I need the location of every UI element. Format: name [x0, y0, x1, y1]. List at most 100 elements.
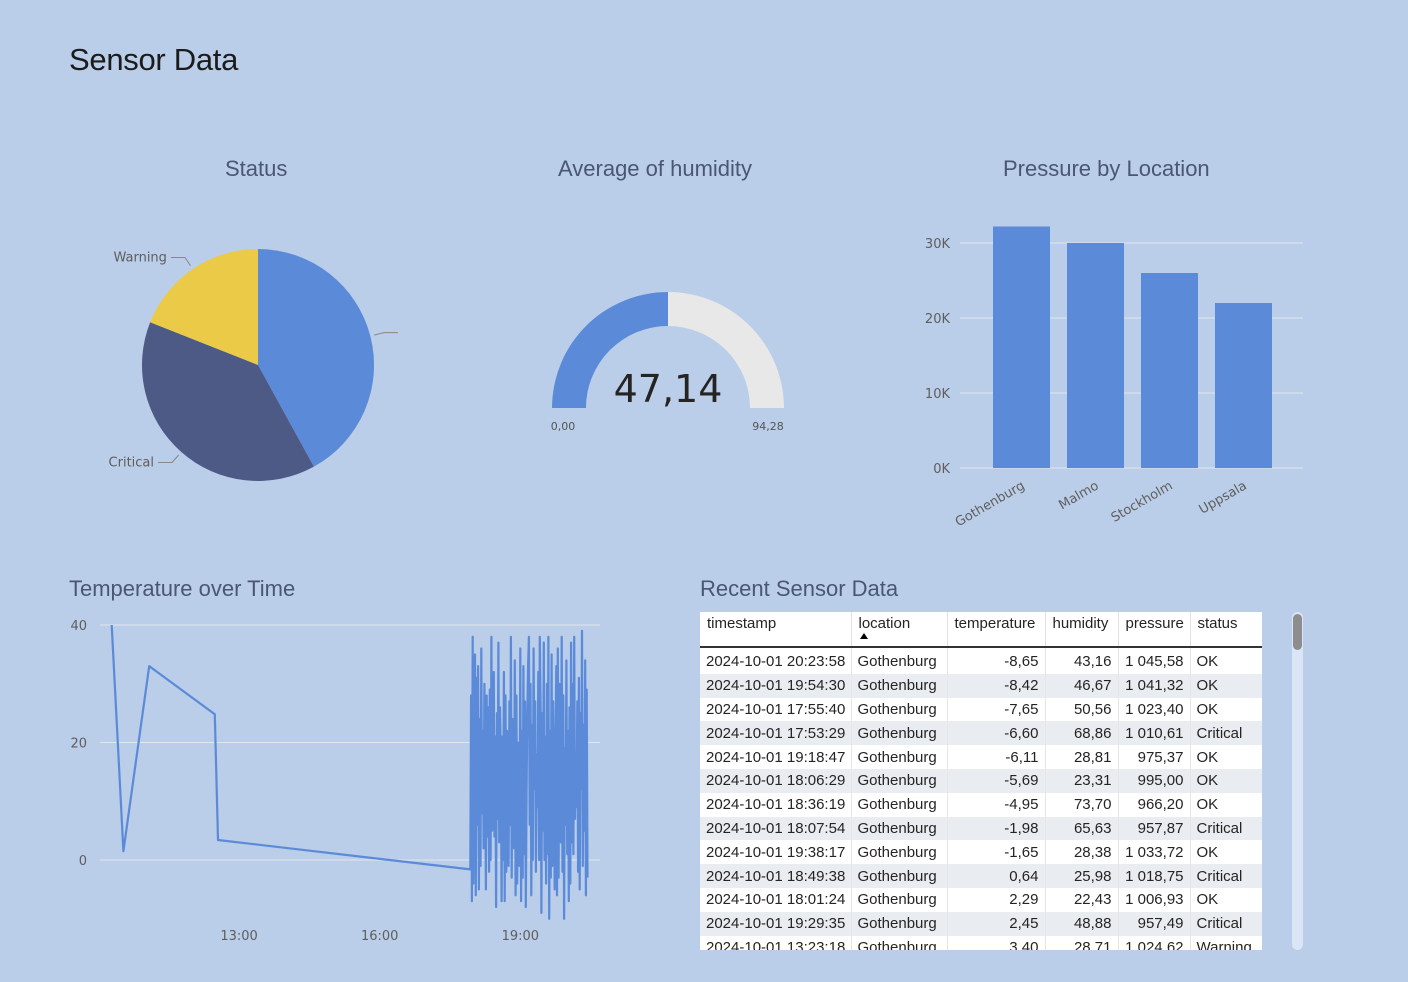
humidity-gauge-title: Average of humidity	[558, 156, 753, 181]
pressure-chart-title: Pressure by Location	[1003, 156, 1210, 181]
table-row[interactable]: 2024-10-01 18:01:24 Gothenburg 2,29 22,43 1 …	[700, 887, 1262, 912]
bar-xtick-label: Stockholm	[1109, 478, 1176, 525]
table-row[interactable]: 2024-10-01 18:49:38 Gothenburg 0,64 25,98 1 …	[700, 864, 1262, 888]
cell-temperature: -7,65	[947, 697, 1046, 722]
line-ytick-label: 0	[79, 854, 87, 869]
cell-temperature: -6,60	[947, 721, 1046, 746]
cell-pressure: 966,20	[1118, 792, 1191, 817]
table-row[interactable]: 2024-10-01 19:54:30 Gothenburg -8,42 46,67 1…	[700, 673, 1262, 698]
column-header-label: status	[1197, 615, 1238, 632]
bar-ytick-label: 20K	[925, 312, 951, 327]
cell-status: OK	[1190, 840, 1262, 865]
column-header-humidity[interactable]: humidity	[1045, 612, 1119, 648]
column-header-label: timestamp	[707, 615, 777, 632]
sensor-table[interactable]: timestamp location temperature humidity pres…	[700, 612, 1262, 950]
cell-pressure: 1 041,32	[1118, 673, 1191, 698]
cell-temperature: -1,98	[947, 816, 1046, 841]
cell-timestamp: 2024-10-01 19:29:35	[700, 911, 852, 936]
pie-leader-line	[170, 256, 191, 267]
cell-status: OK	[1190, 697, 1262, 722]
cell-temperature: -5,69	[947, 768, 1046, 793]
cell-temperature: -4,95	[947, 792, 1046, 817]
column-header-pressure[interactable]: pressure	[1118, 612, 1191, 648]
column-header-timestamp[interactable]: timestamp	[700, 612, 852, 648]
table-row[interactable]: 2024-10-01 18:36:19 Gothenburg -4,95 73,70 9…	[700, 792, 1262, 817]
cell-status: Critical	[1190, 911, 1262, 936]
column-header-label: pressure	[1125, 615, 1184, 632]
cell-temperature: -8,65	[947, 647, 1046, 674]
table-row[interactable]: 2024-10-01 18:07:54 Gothenburg -1,98 65,63 9…	[700, 816, 1262, 841]
bar-stockholm[interactable]	[1141, 273, 1198, 468]
column-header-temperature[interactable]: temperature	[947, 612, 1046, 648]
cell-humidity: 22,43	[1045, 887, 1119, 912]
bar-xtick-label: Uppsala	[1197, 478, 1250, 517]
cell-temperature: -1,65	[947, 840, 1046, 865]
gauge-min-label: 0,00	[551, 420, 576, 433]
sort-ascending-icon[interactable]	[859, 633, 868, 639]
bar-uppsala[interactable]	[1215, 303, 1272, 468]
pie-label-critical: Critical	[109, 456, 154, 471]
pie-label-warning: Warning	[113, 250, 166, 265]
table-row[interactable]: 2024-10-01 19:29:35 Gothenburg 2,45 48,88 95…	[700, 911, 1262, 936]
cell-humidity: 43,16	[1045, 647, 1119, 674]
temperature-line-chart[interactable]: 0 20 40 13:00 16:00 19:00	[60, 610, 620, 955]
column-header-label: temperature	[954, 615, 1036, 632]
cell-pressure: 1 033,72	[1118, 840, 1191, 865]
bar-ytick-label: 10K	[925, 387, 951, 402]
cell-location: Gothenburg	[851, 768, 948, 793]
pressure-bar-chart[interactable]: 0K 10K 20K 30K Gothenburg Malmo Stockholm Uppsa…	[910, 215, 1320, 545]
status-chart-title: Status	[225, 156, 288, 181]
cell-status: OK	[1190, 745, 1262, 769]
bar-xtick-label: Malmo	[1056, 478, 1101, 513]
cell-location: Gothenburg	[851, 647, 948, 674]
table-row[interactable]: 2024-10-01 17:55:40 Gothenburg -7,65 50,56 1…	[700, 697, 1262, 722]
humidity-gauge[interactable]: 47,14 0,00 94,28	[540, 280, 800, 450]
cell-location: Gothenburg	[851, 673, 948, 698]
column-header-location[interactable]: location	[851, 612, 948, 648]
temperature-series-line[interactable]	[110, 624, 589, 920]
cell-location: Gothenburg	[851, 816, 948, 841]
bar-gothenburg[interactable]	[993, 226, 1050, 469]
cell-pressure: 1 023,40	[1118, 697, 1191, 722]
cell-pressure: 1 010,61	[1118, 721, 1191, 746]
cell-temperature: -8,42	[947, 673, 1046, 698]
table-header-row: timestamp location temperature humidity pres…	[700, 612, 1262, 648]
line-xtick-label: 16:00	[361, 929, 398, 944]
cell-pressure: 957,49	[1118, 911, 1191, 936]
cell-status: OK	[1190, 647, 1262, 674]
cell-pressure: 1 024,62	[1118, 935, 1191, 950]
cell-timestamp: 2024-10-01 19:54:30	[700, 673, 852, 698]
bar-malmo[interactable]	[1067, 243, 1124, 468]
table-body: 2024-10-01 20:23:58 Gothenburg -8,65 43,16 1…	[700, 647, 1262, 950]
line-xtick-label: 19:00	[502, 929, 539, 944]
gauge-max-label: 94,28	[752, 420, 784, 433]
table-row[interactable]: 2024-10-01 13:23:18 Gothenburg 3,40 28,71 1 …	[700, 935, 1262, 950]
table-scrollbar[interactable]	[1292, 612, 1303, 950]
cell-location: Gothenburg	[851, 721, 948, 746]
cell-timestamp: 2024-10-01 17:53:29	[700, 721, 852, 746]
table-row[interactable]: 2024-10-01 19:18:47 Gothenburg -6,11 28,81 9…	[700, 745, 1262, 769]
line-ytick-label: 40	[70, 619, 87, 634]
table-row[interactable]: 2024-10-01 18:06:29 Gothenburg -5,69 23,31 9…	[700, 768, 1262, 793]
bar-ytick-label: 0K	[933, 462, 950, 477]
table-row[interactable]: 2024-10-01 19:38:17 Gothenburg -1,65 28,38 1…	[700, 840, 1262, 865]
table-title: Recent Sensor Data	[700, 576, 899, 601]
cell-pressure: 957,87	[1118, 816, 1191, 841]
cell-location: Gothenburg	[851, 935, 948, 950]
cell-humidity: 68,86	[1045, 721, 1119, 746]
table-row[interactable]: 2024-10-01 20:23:58 Gothenburg -8,65 43,16 1…	[700, 647, 1262, 674]
pie-leader-line	[158, 454, 180, 464]
cell-temperature: 0,64	[947, 864, 1046, 888]
cell-status: OK	[1190, 792, 1262, 817]
cell-pressure: 975,37	[1118, 745, 1191, 769]
cell-humidity: 23,31	[1045, 768, 1119, 793]
scrollbar-thumb[interactable]	[1293, 614, 1302, 650]
status-pie-chart[interactable]: OKCriticalWarning	[90, 230, 400, 500]
cell-temperature: 2,29	[947, 887, 1046, 912]
column-header-status[interactable]: status	[1190, 612, 1262, 648]
table-row[interactable]: 2024-10-01 17:53:29 Gothenburg -6,60 68,86 1…	[700, 721, 1262, 746]
cell-humidity: 28,81	[1045, 745, 1119, 769]
cell-status: Warning	[1190, 935, 1262, 950]
cell-humidity: 28,38	[1045, 840, 1119, 865]
cell-status: OK	[1190, 768, 1262, 793]
